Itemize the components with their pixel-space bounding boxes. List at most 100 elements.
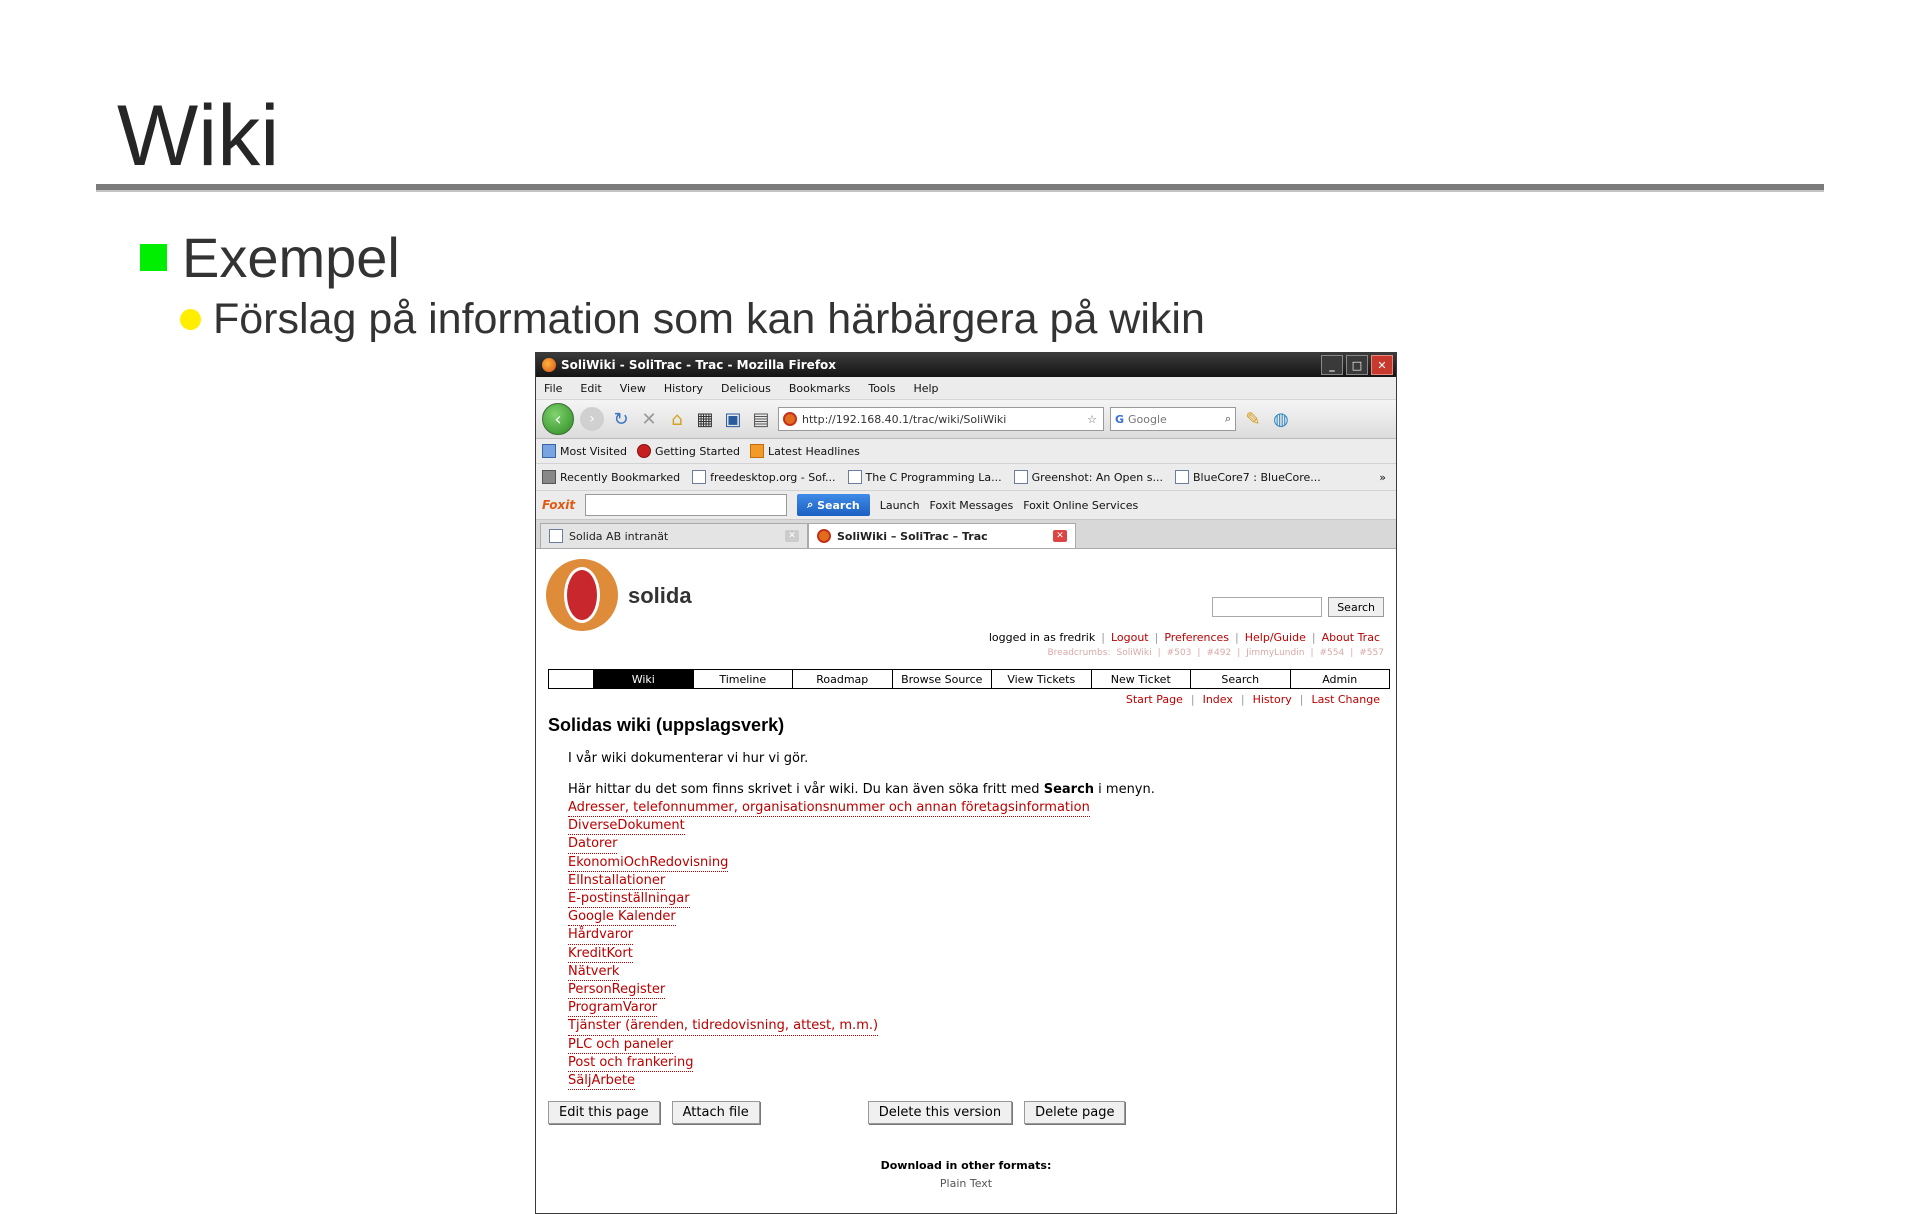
bookmark-most-visited[interactable]: Most Visited bbox=[542, 444, 627, 458]
wiki-link[interactable]: Nätverk bbox=[568, 963, 620, 982]
rss-icon bbox=[750, 444, 764, 458]
tab-close-icon[interactable]: ✕ bbox=[1053, 530, 1067, 542]
trac-search-input[interactable] bbox=[1212, 597, 1323, 617]
bookmark-freedesktop[interactable]: freedesktop.org - Sof... bbox=[692, 470, 836, 484]
wiki-link[interactable]: Tjänster (ärenden, tidredovisning, attes… bbox=[568, 1017, 879, 1036]
wiki-link[interactable]: KreditKort bbox=[568, 945, 633, 963]
edit-page-button[interactable]: Edit this page bbox=[548, 1101, 660, 1124]
tab-strip: Solida AB intranät ✕ SoliWiki – SoliTrac… bbox=[536, 520, 1396, 549]
tab-new-ticket[interactable]: New Ticket bbox=[1090, 670, 1190, 688]
meta-navigation: logged in as fredrik | Logout | Preference… bbox=[988, 631, 1380, 644]
delete-version-button[interactable]: Delete this version bbox=[867, 1101, 1013, 1124]
star-icon[interactable]: ☆ bbox=[1087, 413, 1097, 426]
menu-bookmarks[interactable]: Bookmarks bbox=[789, 382, 850, 395]
trac-search-button[interactable]: Search bbox=[1328, 597, 1384, 617]
delete-page-button[interactable]: Delete page bbox=[1024, 1101, 1126, 1124]
highlighter-icon[interactable]: ✎ bbox=[1242, 408, 1264, 430]
wiki-link[interactable]: Hårdvaror bbox=[568, 926, 634, 945]
wiki-link[interactable]: E-postinställningar bbox=[568, 890, 690, 909]
reload-icon[interactable]: ↻ bbox=[610, 408, 632, 430]
bookmark-getting-started[interactable]: Getting Started bbox=[636, 444, 740, 458]
preferences-link[interactable]: Preferences bbox=[1164, 631, 1229, 644]
menu-edit[interactable]: Edit bbox=[580, 382, 601, 395]
tab-browse-source[interactable]: Browse Source bbox=[891, 670, 991, 688]
wiki-link[interactable]: PersonRegister bbox=[568, 981, 666, 1000]
magnifier-icon[interactable]: ⌕ bbox=[1225, 412, 1231, 426]
network-icon[interactable]: ◍ bbox=[1270, 408, 1292, 430]
bookmark-bluecore[interactable]: BlueCore7 : BlueCore... bbox=[1175, 470, 1321, 484]
tab-search[interactable]: Search bbox=[1190, 670, 1290, 688]
wiki-link[interactable]: Post och frankering bbox=[568, 1054, 694, 1073]
save-icon[interactable]: ▣ bbox=[722, 408, 744, 430]
attach-file-button[interactable]: Attach file bbox=[671, 1101, 760, 1124]
bookmark-label: Getting Started bbox=[654, 444, 740, 458]
close-icon[interactable]: ✕ bbox=[1371, 355, 1393, 375]
history-link[interactable]: History bbox=[1253, 693, 1292, 706]
wiki-link[interactable]: Google Kalender bbox=[568, 908, 676, 927]
forward-arrow-icon[interactable]: › bbox=[580, 407, 604, 431]
page-actions: Edit this page Attach file Delete this v… bbox=[548, 1101, 1126, 1124]
tab-soliwiki[interactable]: SoliWiki – SoliTrac – Trac ✕ bbox=[808, 523, 1076, 548]
search-box[interactable]: G Google ⌕ bbox=[1110, 407, 1236, 431]
about-trac-link[interactable]: About Trac bbox=[1322, 631, 1380, 644]
wiki-link[interactable]: SäljArbete bbox=[568, 1072, 636, 1091]
page-icon bbox=[1175, 470, 1189, 484]
foxit-search-input[interactable] bbox=[585, 494, 788, 516]
stop-icon[interactable]: ✕ bbox=[638, 408, 660, 430]
tab-view-tickets[interactable]: View Tickets bbox=[991, 670, 1091, 688]
minimize-icon[interactable]: _ bbox=[1321, 355, 1343, 375]
trac-page: solida Search logged in as fredrik | Logo… bbox=[536, 549, 1396, 1190]
tag-icon[interactable]: ▤ bbox=[750, 408, 772, 430]
breadcrumb-item[interactable]: #503 bbox=[1167, 648, 1192, 658]
wiki-link[interactable]: Datorer bbox=[568, 835, 618, 854]
foxit-online-services[interactable]: Foxit Online Services bbox=[1023, 499, 1138, 512]
tab-wiki[interactable]: Wiki bbox=[593, 670, 693, 688]
breadcrumb-item[interactable]: SoliWiki bbox=[1116, 648, 1151, 658]
screenshot-icon[interactable]: ▦ bbox=[694, 408, 716, 430]
foxit-search-button[interactable]: ⌕ Search bbox=[797, 494, 870, 516]
tab-roadmap[interactable]: Roadmap bbox=[792, 670, 892, 688]
maximize-icon[interactable]: □ bbox=[1346, 355, 1368, 375]
wiki-link[interactable]: Adresser, telefonnummer, organisationsnu… bbox=[568, 799, 1090, 818]
breadcrumb-item[interactable]: JimmyLundin bbox=[1246, 648, 1304, 658]
solida-logo-icon bbox=[546, 559, 618, 631]
foxit-messages[interactable]: Foxit Messages bbox=[930, 499, 1014, 512]
menu-help[interactable]: Help bbox=[913, 382, 938, 395]
menu-delicious[interactable]: Delicious bbox=[721, 382, 771, 395]
menu-file[interactable]: File bbox=[544, 382, 562, 395]
chevron-right-icon[interactable]: » bbox=[1379, 471, 1386, 484]
start-page-link[interactable]: Start Page bbox=[1126, 693, 1183, 706]
address-bar[interactable]: http://192.168.40.1/trac/wiki/SoliWiki ☆ bbox=[778, 407, 1104, 431]
wiki-link[interactable]: DiverseDokument bbox=[568, 817, 685, 836]
bookmark-c-programming[interactable]: The C Programming La... bbox=[847, 470, 1002, 484]
download-plain-text-link[interactable]: Plain Text bbox=[536, 1177, 1396, 1190]
tab-timeline[interactable]: Timeline bbox=[692, 670, 792, 688]
tab-admin[interactable]: Admin bbox=[1289, 670, 1389, 688]
wiki-link[interactable]: ElInstallationer bbox=[568, 872, 666, 891]
home-icon[interactable]: ⌂ bbox=[666, 408, 688, 430]
wiki-link[interactable]: ProgramVaror bbox=[568, 999, 658, 1018]
bookmark-latest-headlines[interactable]: Latest Headlines bbox=[750, 444, 860, 458]
breadcrumb-item[interactable]: #492 bbox=[1206, 648, 1231, 658]
bookmark-greenshot[interactable]: Greenshot: An Open s... bbox=[1013, 470, 1163, 484]
help-guide-link[interactable]: Help/Guide bbox=[1245, 631, 1306, 644]
menu-view[interactable]: View bbox=[620, 382, 646, 395]
intro2-bold: Search bbox=[1043, 782, 1095, 797]
menu-tools[interactable]: Tools bbox=[868, 382, 895, 395]
breadcrumb-item[interactable]: #557 bbox=[1359, 648, 1384, 658]
menu-history[interactable]: History bbox=[664, 382, 703, 395]
logout-link[interactable]: Logout bbox=[1111, 631, 1149, 644]
breadcrumb-item[interactable]: #554 bbox=[1319, 648, 1344, 658]
tab-close-icon[interactable]: ✕ bbox=[785, 530, 799, 542]
index-link[interactable]: Index bbox=[1203, 693, 1233, 706]
back-arrow-icon[interactable]: ‹ bbox=[542, 403, 574, 435]
title-divider bbox=[96, 184, 1824, 192]
wiki-link[interactable]: PLC och paneler bbox=[568, 1036, 674, 1054]
wiki-link[interactable]: EkonomiOchRedovisning bbox=[568, 854, 729, 872]
site-favicon-icon bbox=[783, 412, 797, 426]
last-change-link[interactable]: Last Change bbox=[1311, 693, 1380, 706]
bookmark-recently-bookmarked[interactable]: Recently Bookmarked bbox=[542, 470, 680, 484]
foxit-launch[interactable]: Launch bbox=[880, 499, 920, 512]
breadcrumb: Breadcrumbs: SoliWiki | #503 | #492 | Jimmy… bbox=[1047, 648, 1384, 658]
tab-solida-intranet[interactable]: Solida AB intranät ✕ bbox=[540, 523, 808, 548]
